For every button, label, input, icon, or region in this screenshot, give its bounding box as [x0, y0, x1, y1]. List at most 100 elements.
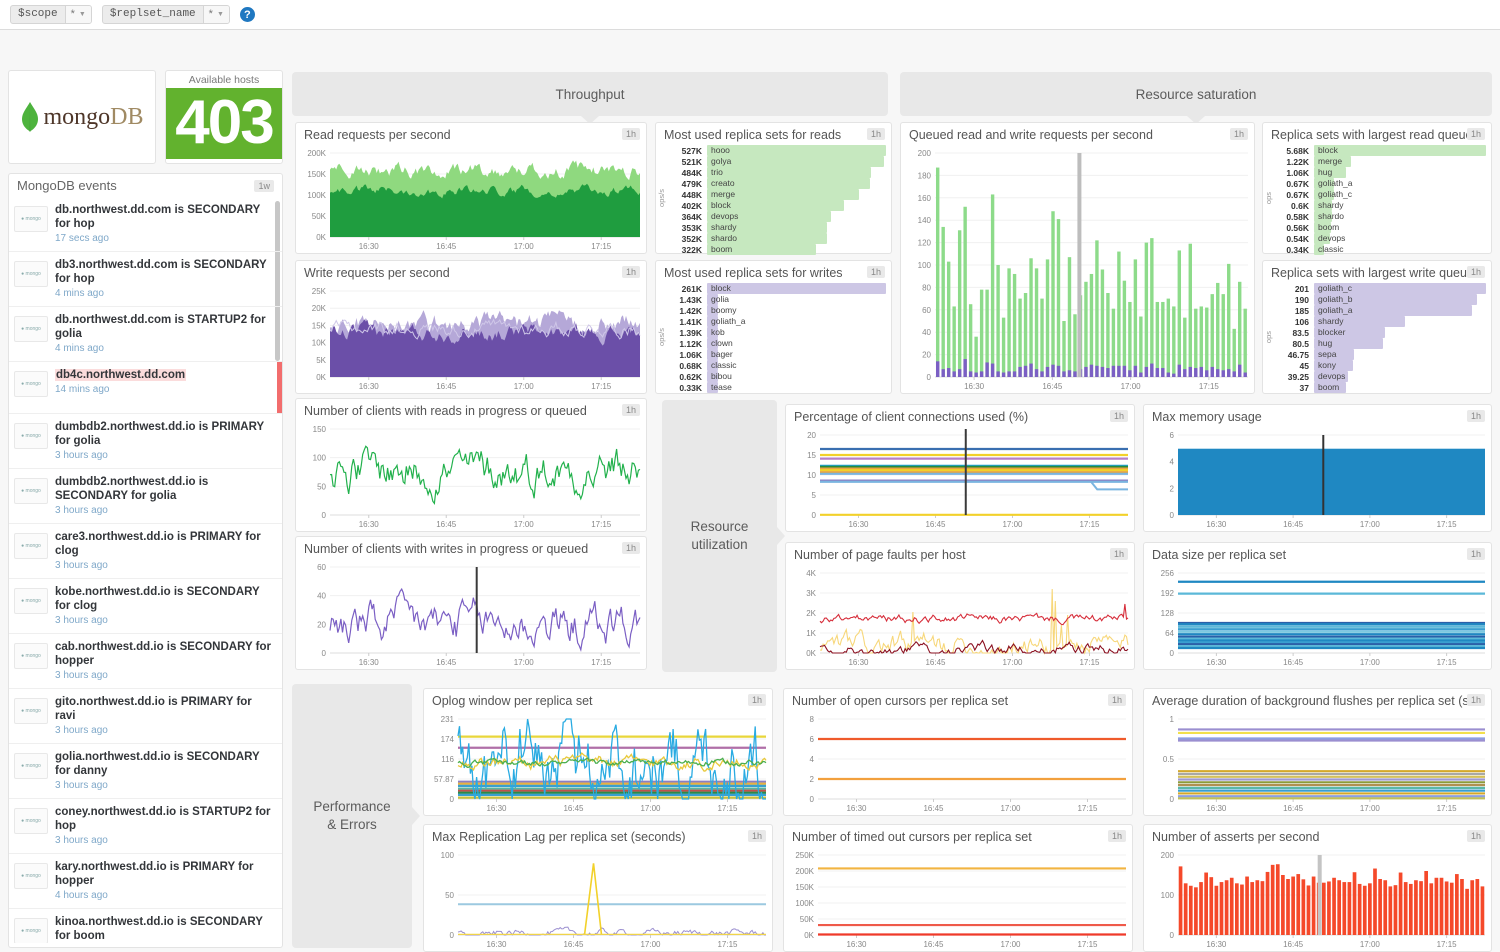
toplist-name: goliath_a: [711, 316, 746, 327]
toplist-row[interactable]: 45kony: [1274, 360, 1486, 371]
toplist-row[interactable]: 190goliath_b: [1274, 294, 1486, 305]
panel-range-badge[interactable]: 1h: [1467, 830, 1485, 842]
event-body: kobe.northwest.dd.io is SECONDARY for cl…: [55, 585, 274, 626]
mongodb-events-range-badge[interactable]: 1w: [254, 180, 274, 192]
mongodb-events-list[interactable]: ● mongodb.northwest.dd.com is SECONDARY …: [9, 197, 282, 943]
event-timestamp: 4 mins ago: [55, 288, 274, 299]
toplist-axis-label: ops/s: [656, 145, 667, 251]
toplist-row[interactable]: 1.39Kkob: [667, 327, 886, 338]
toplist-row[interactable]: 201goliath_c: [1274, 283, 1486, 294]
toplist-row[interactable]: 0.54Kdevops: [1274, 233, 1486, 244]
toplist-name: boom: [1318, 222, 1339, 233]
toplist-row[interactable]: 352Kshardo: [667, 233, 886, 244]
toplist-row[interactable]: 106shardy: [1274, 316, 1486, 327]
event-list-item[interactable]: ● mongokary.northwest.dd.io is PRIMARY f…: [9, 854, 282, 909]
toplist-row[interactable]: 521Kgolya: [667, 156, 886, 167]
toplist-row[interactable]: 1.12Kclown: [667, 338, 886, 349]
panel-oplog-window: Oplog window per replica set 1h 057.8711…: [423, 688, 773, 816]
svg-text:64: 64: [1165, 629, 1174, 638]
svg-text:16:45: 16:45: [923, 804, 944, 813]
toplist-bar: boom: [1314, 222, 1486, 233]
toplist-row[interactable]: 261Kblock: [667, 283, 886, 294]
panel-range-badge[interactable]: 1h: [1110, 410, 1128, 422]
event-list-item[interactable]: ● mongocab.northwest.dd.io is SECONDARY …: [9, 634, 282, 689]
toplist-row[interactable]: 448Kmerge: [667, 189, 886, 200]
event-list-item[interactable]: ● mongogito.northwest.dd.io is PRIMARY f…: [9, 689, 282, 744]
toplist-row[interactable]: 0.34Kclassic: [1274, 244, 1486, 255]
toplist-row[interactable]: 479Kcreato: [667, 178, 886, 189]
toplist-row[interactable]: 185goliath_a: [1274, 305, 1486, 316]
toplist-row[interactable]: 0.6Kshardy: [1274, 200, 1486, 211]
toplist-row[interactable]: 1.43Kgolia: [667, 294, 886, 305]
mongodb-event-icon: ● mongo: [14, 918, 48, 943]
toplist-row[interactable]: 0.62Kbibou: [667, 371, 886, 382]
available-hosts-panel: Available hosts 403: [165, 70, 283, 164]
toplist-row[interactable]: 1.06Khug: [1274, 167, 1486, 178]
toplist-row[interactable]: 0.67Kgoliath_c: [1274, 189, 1486, 200]
template-var-scope-value-dropdown[interactable]: * ▼: [65, 6, 91, 23]
toplist-row[interactable]: 83.5blocker: [1274, 327, 1486, 338]
toplist-row[interactable]: 484Ktrio: [667, 167, 886, 178]
dashboard-stage: mongoDB Available hosts 403 MongoDB even…: [0, 30, 1500, 932]
svg-text:17:15: 17:15: [591, 520, 612, 529]
toplist-bar: hooo: [707, 145, 886, 156]
panel-range-badge[interactable]: 1h: [1467, 266, 1485, 278]
toplist-value: 448K: [667, 190, 707, 200]
toplist-row[interactable]: 353Kshardy: [667, 222, 886, 233]
event-list-item[interactable]: ● mongoconey.northwest.dd.io is STARTUP2…: [9, 799, 282, 854]
panel-range-badge[interactable]: 1h: [1108, 694, 1126, 706]
panel-range-badge[interactable]: 1h: [748, 694, 766, 706]
toplist-row[interactable]: 1.42Kboomy: [667, 305, 886, 316]
toplist-row[interactable]: 37boom: [1274, 382, 1486, 393]
toplist-write-queues: ops201goliath_c190goliath_b185goliath_a1…: [1263, 283, 1491, 391]
toplist-row[interactable]: 402Kblock: [667, 200, 886, 211]
template-var-scope[interactable]: $scope * ▼: [10, 5, 92, 24]
event-list-item[interactable]: ● mongogolia.northwest.dd.io is SECONDAR…: [9, 744, 282, 799]
panel-range-badge[interactable]: 1h: [1110, 548, 1128, 560]
toplist-row[interactable]: 364Kdevops: [667, 211, 886, 222]
toplist-row[interactable]: 5.68Kblock: [1274, 145, 1486, 156]
toplist-value: 80.5: [1274, 339, 1314, 349]
panel-range-badge[interactable]: 1h: [1467, 410, 1485, 422]
toplist-row[interactable]: 1.22Kmerge: [1274, 156, 1486, 167]
template-var-replset-value-dropdown[interactable]: * ▼: [203, 6, 229, 23]
panel-range-badge[interactable]: 1h: [1230, 128, 1248, 140]
panel-range-badge[interactable]: 1h: [1467, 128, 1485, 140]
event-list-item[interactable]: ● mongodumbdb2.northwest.dd.io is PRIMAR…: [9, 414, 282, 469]
help-icon[interactable]: ?: [240, 7, 255, 22]
toplist-row[interactable]: 1.06Kbager: [667, 349, 886, 360]
toplist-row[interactable]: 0.67Kgoliath_a: [1274, 178, 1486, 189]
panel-range-badge[interactable]: 1h: [867, 266, 885, 278]
panel-range-badge[interactable]: 1h: [1467, 548, 1485, 560]
toplist-row[interactable]: 0.56Kboom: [1274, 222, 1486, 233]
template-var-replset[interactable]: $replset_name * ▼: [102, 5, 230, 24]
toplist-bar: merge: [707, 189, 886, 200]
toplist-row[interactable]: 46.75sepa: [1274, 349, 1486, 360]
panel-range-badge[interactable]: 1h: [622, 266, 640, 278]
toplist-row[interactable]: 80.5hug: [1274, 338, 1486, 349]
event-list-item[interactable]: ● mongocare3.northwest.dd.io is PRIMARY …: [9, 524, 282, 579]
event-list-item[interactable]: ● mongodb3.northwest.dd.com is SECONDARY…: [9, 252, 282, 307]
panel-range-badge[interactable]: 1h: [748, 830, 766, 842]
event-list-item[interactable]: ● mongodb.northwest.dd.com is SECONDARY …: [9, 197, 282, 252]
toplist-row[interactable]: 0.33Ktease: [667, 382, 886, 393]
panel-range-badge[interactable]: 1h: [622, 404, 640, 416]
toplist-row[interactable]: 322Kboom: [667, 244, 886, 255]
panel-range-badge[interactable]: 1h: [1108, 830, 1126, 842]
event-list-item[interactable]: ● mongokinoa.northwest.dd.io is SECONDAR…: [9, 909, 282, 943]
toplist-row[interactable]: 0.68Kclassic: [667, 360, 886, 371]
toplist-row[interactable]: 0.58Kshardo: [1274, 211, 1486, 222]
toplist-name: classic: [711, 360, 737, 371]
toplist-value: 39.25: [1274, 372, 1314, 382]
panel-range-badge[interactable]: 1h: [622, 542, 640, 554]
panel-range-badge[interactable]: 1h: [867, 128, 885, 140]
event-list-item[interactable]: ● mongodb.northwest.dd.com is STARTUP2 f…: [9, 307, 282, 362]
toplist-row[interactable]: 1.41Kgoliath_a: [667, 316, 886, 327]
event-list-item[interactable]: ● mongodumbdb2.northwest.dd.io is SECOND…: [9, 469, 282, 524]
panel-range-badge[interactable]: 1h: [622, 128, 640, 140]
panel-range-badge[interactable]: 1h: [1467, 694, 1485, 706]
event-list-item[interactable]: ● mongodb4c.northwest.dd.com14 mins ago: [9, 362, 282, 414]
event-list-item[interactable]: ● mongokobe.northwest.dd.io is SECONDARY…: [9, 579, 282, 634]
toplist-row[interactable]: 39.25devops: [1274, 371, 1486, 382]
toplist-row[interactable]: 527Khooo: [667, 145, 886, 156]
